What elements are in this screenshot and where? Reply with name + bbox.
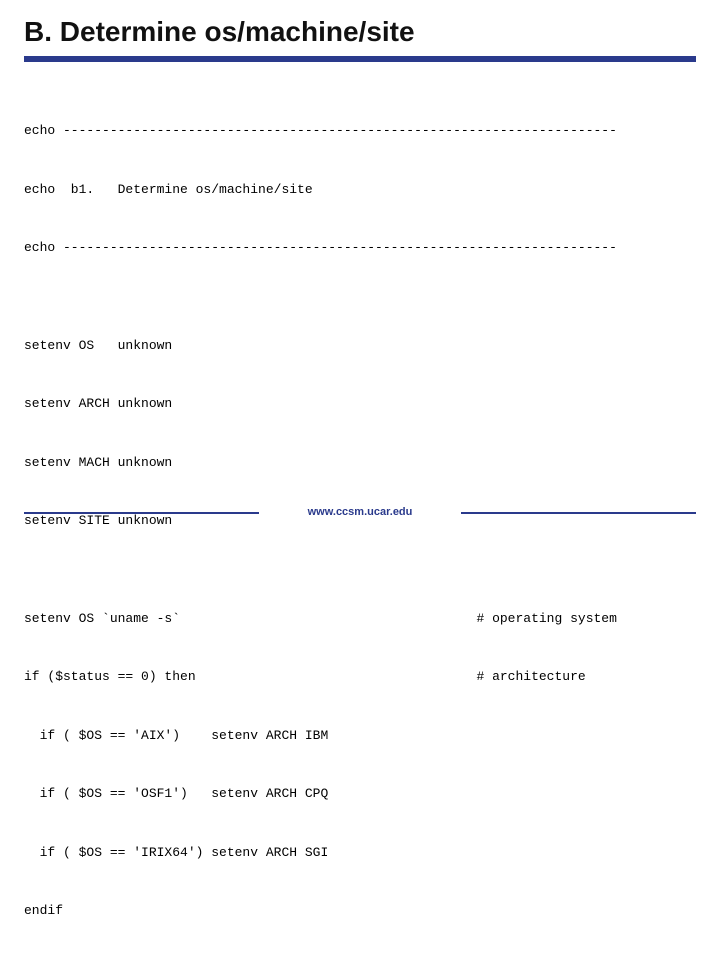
footer-url: www.ccsm.ucar.edu xyxy=(0,506,720,518)
code-line: setenv MACH unknown xyxy=(24,453,696,473)
page-title: B. Determine os/machine/site xyxy=(24,16,696,48)
code-line: if ( $OS == 'OSF1') setenv ARCH CPQ xyxy=(24,784,696,804)
slide: B. Determine os/machine/site echo ------… xyxy=(0,0,720,540)
code-line: setenv ARCH unknown xyxy=(24,394,696,414)
code-line: setenv OS unknown xyxy=(24,336,696,356)
code-line: if ($status == 0) then # architecture xyxy=(24,667,696,687)
code-line: if ( $OS == 'IRIX64') setenv ARCH SGI xyxy=(24,843,696,863)
title-rule xyxy=(24,56,696,62)
code-line: setenv OS `uname -s` # operating system xyxy=(24,609,696,629)
code-block: echo -----------------------------------… xyxy=(24,82,696,960)
code-line: echo b1. Determine os/machine/site xyxy=(24,180,696,200)
code-line: echo -----------------------------------… xyxy=(24,121,696,141)
code-line: if ( $OS == 'AIX') setenv ARCH IBM xyxy=(24,726,696,746)
code-line: echo -----------------------------------… xyxy=(24,238,696,258)
code-line: endif xyxy=(24,901,696,921)
